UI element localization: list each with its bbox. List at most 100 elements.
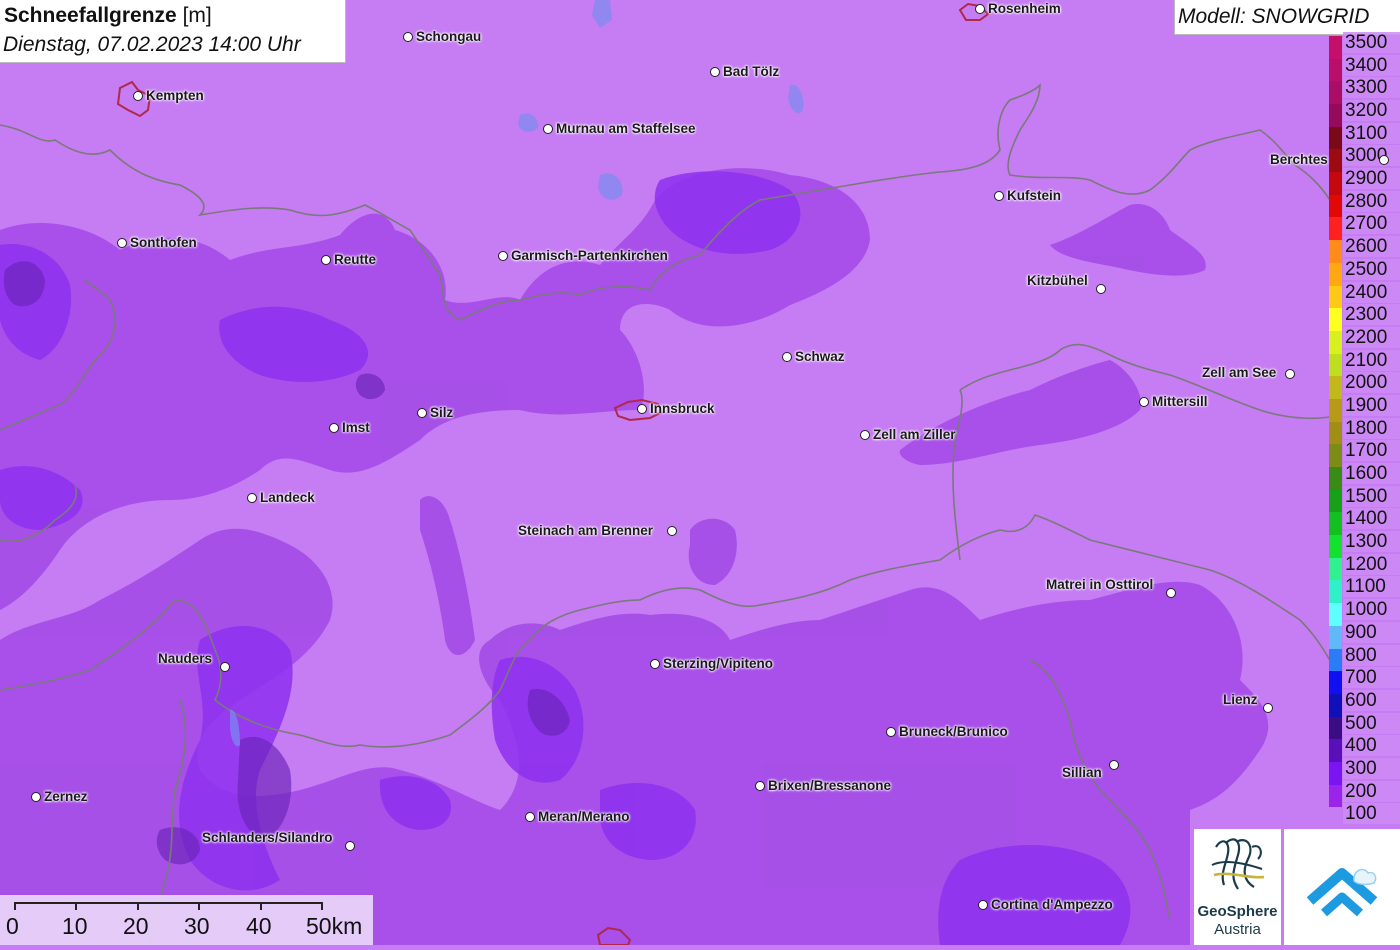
city-dot-icon <box>1109 760 1119 770</box>
city-dot-icon <box>650 659 660 669</box>
legend-label: 3300 <box>1343 77 1400 99</box>
title-unit: [m] <box>182 4 212 27</box>
legend-row: 100 <box>1329 801 1400 831</box>
legend-row: 2800 <box>1329 189 1400 218</box>
city-label: Nauders <box>158 651 213 666</box>
legend-label: 900 <box>1343 621 1400 643</box>
geosphere-logo: GeoSphere Austria <box>1194 829 1281 945</box>
city-label: Silz <box>430 405 454 420</box>
city-label: Schlanders/Silandro <box>202 830 333 845</box>
legend-label: 300 <box>1343 757 1400 779</box>
city-label: Imst <box>342 420 370 435</box>
legend-row: 200 <box>1329 779 1400 808</box>
legend-label: 2900 <box>1343 168 1400 190</box>
city-label: Reutte <box>334 252 377 267</box>
legend-label: 1600 <box>1343 463 1400 485</box>
city-label: Meran/Merano <box>538 809 630 824</box>
legend-label: 2100 <box>1343 349 1400 371</box>
legend-row: 1800 <box>1329 416 1400 445</box>
model-label: Modell: SNOWGRID <box>1178 5 1370 28</box>
legend-label: 1100 <box>1343 576 1400 598</box>
city-dot-icon <box>978 900 988 910</box>
legend-row: 500 <box>1329 711 1400 740</box>
snowfall-map[interactable] <box>0 0 1400 945</box>
city-label: Garmisch-Partenkirchen <box>511 248 668 263</box>
city-label: Sonthofen <box>130 235 197 250</box>
city-label: Sterzing/Vipiteno <box>663 656 774 671</box>
legend-label: 2700 <box>1343 213 1400 235</box>
city-label: Zell am Ziller <box>873 427 956 442</box>
city-label: Steinach am Brenner <box>518 523 654 538</box>
scale-label: 40 <box>246 913 272 939</box>
legend-row: 2100 <box>1329 348 1400 377</box>
legend-label: 400 <box>1343 735 1400 757</box>
city-label: Mittersill <box>1152 394 1208 409</box>
legend-label: 3200 <box>1343 100 1400 122</box>
city-dot-icon <box>220 662 230 672</box>
legend-row: 600 <box>1329 688 1400 718</box>
legend-label: 1200 <box>1343 553 1400 575</box>
legend-label: 1800 <box>1343 417 1400 439</box>
scale-label: 50km <box>306 913 363 939</box>
city-dot-icon <box>1263 703 1273 713</box>
city-dot-icon <box>247 493 257 503</box>
city-dot-icon <box>1096 284 1106 294</box>
city-dot-icon <box>31 792 41 802</box>
legend-row: 2000 <box>1329 370 1400 400</box>
legend-row: 1600 <box>1329 461 1400 491</box>
city-label: Zernez <box>44 789 88 804</box>
city-label: Innsbruck <box>650 401 715 416</box>
city-dot-icon <box>417 408 427 418</box>
legend-row: 1000 <box>1329 597 1400 627</box>
city-dot-icon <box>321 255 331 265</box>
map-title: Schneefallgrenze [m] <box>4 4 212 28</box>
legend-label: 3000 <box>1343 145 1400 167</box>
legend-row: 1500 <box>1329 484 1400 513</box>
legend-row: 3100 <box>1329 121 1400 150</box>
scale-tick <box>137 902 139 910</box>
scale-tick <box>75 902 77 910</box>
legend-swatch <box>1329 807 1342 831</box>
city-label: Sillian <box>1062 765 1102 780</box>
legend-label: 200 <box>1343 780 1400 802</box>
legend-label: 2200 <box>1343 326 1400 348</box>
legend-label: 2300 <box>1343 304 1400 326</box>
legend-row: 1700 <box>1329 438 1400 468</box>
scale-tick <box>321 902 323 910</box>
city-label: Landeck <box>260 490 315 505</box>
city-dot-icon <box>637 404 647 414</box>
city-label: Murnau am Staffelsee <box>556 121 696 136</box>
snowgrid-logo <box>1284 829 1400 945</box>
legend-row: 3400 <box>1329 53 1400 82</box>
legend-label: 1400 <box>1343 508 1400 530</box>
legend-row: 1900 <box>1329 393 1400 423</box>
legend-label: 100 <box>1343 803 1400 825</box>
scale-tick <box>14 902 16 910</box>
legend-label: 1500 <box>1343 485 1400 507</box>
scale-tick <box>260 902 262 910</box>
legend-row: 400 <box>1329 733 1400 763</box>
city-label: Bruneck/Brunico <box>899 724 1008 739</box>
city-label: Kufstein <box>1007 188 1061 203</box>
cloud-mountain-icon <box>1306 868 1378 917</box>
city-dot-icon <box>498 251 508 261</box>
legend-row: 700 <box>1329 665 1400 695</box>
legend-label: 2400 <box>1343 281 1400 303</box>
scale-label: 10 <box>62 913 88 939</box>
legend-row: 1400 <box>1329 506 1400 536</box>
legend-label: 800 <box>1343 644 1400 666</box>
legend-row: 2700 <box>1329 211 1400 241</box>
legend-label: 2500 <box>1343 258 1400 280</box>
city-dot-icon <box>860 430 870 440</box>
scale-tick <box>198 902 200 910</box>
scale-label: 30 <box>184 913 210 939</box>
city-dot-icon <box>994 191 1004 201</box>
city-dot-icon <box>543 124 553 134</box>
legend-label: 1900 <box>1343 394 1400 416</box>
city-dot-icon <box>667 526 677 536</box>
city-label: Matrei in Osttirol <box>1046 577 1154 592</box>
city-dot-icon <box>886 727 896 737</box>
legend-row: 2500 <box>1329 257 1400 287</box>
legend-row: 2300 <box>1329 302 1400 332</box>
city-dot-icon <box>133 91 143 101</box>
